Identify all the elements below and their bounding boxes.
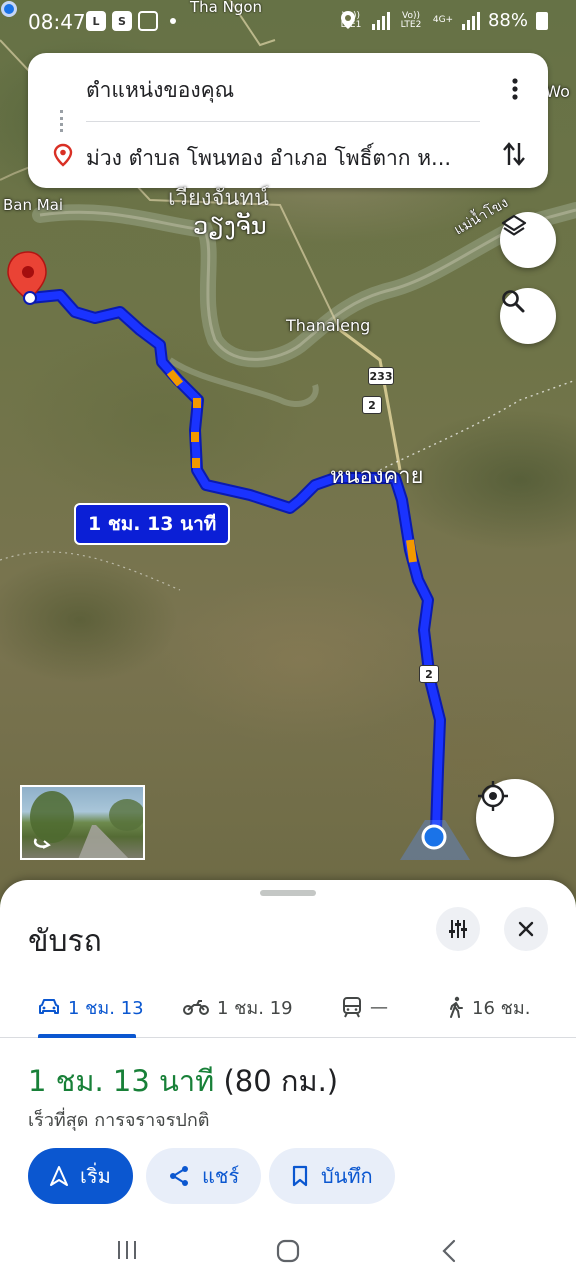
layers-button[interactable] (500, 212, 556, 268)
active-tab-indicator (38, 1034, 136, 1038)
tab-car-label: 1 ชม. 13 (68, 997, 144, 1019)
map-label-vientiane: เวียงจันทน์ (168, 186, 269, 211)
card-divider (86, 121, 480, 122)
status-time: 08:47 (28, 10, 86, 34)
map-label-ban-mai: Ban Mai (3, 196, 64, 214)
tab-car[interactable]: 1 ชม. 13 (38, 976, 144, 1038)
share-label: แชร์ (202, 1164, 240, 1188)
tab-motorcycle-label: 1 ชม. 19 (217, 997, 293, 1019)
battery-percent: 88% (487, 10, 528, 31)
map-view[interactable]: 08:47 L S Vo)) LTE1 Vo)) LTE2 4G+ 88% Th… (0, 0, 576, 900)
car-icon (39, 999, 59, 1014)
start-button[interactable]: เริ่ม (28, 1148, 133, 1204)
route-time-chip[interactable]: 1 ชม. 13 นาที (74, 503, 231, 545)
tab-walk[interactable]: 16 ชม. (448, 976, 530, 1038)
train-icon (343, 997, 361, 1018)
signal-icon (371, 11, 390, 30)
tab-motorcycle[interactable]: 1 ชม. 19 (183, 976, 293, 1038)
share-icon (170, 1166, 188, 1186)
line-icon: L (86, 11, 106, 31)
close-button[interactable] (504, 907, 548, 951)
traffic-segment (406, 539, 417, 563)
route-shield-233: 233 (368, 367, 394, 385)
status-bar: 08:47 L S Vo)) LTE1 Vo)) LTE2 4G+ 88% (0, 0, 576, 44)
save-label: บันทึก (321, 1164, 373, 1188)
route-summary: 1 ชม. 13 นาที (80 กม.) (28, 1058, 338, 1104)
tune-icon (449, 920, 467, 938)
tab-transit-label: — (370, 996, 388, 1018)
destination-marker-icon (53, 143, 73, 167)
close-icon (518, 921, 534, 937)
sheet-title: ขับรถ (28, 924, 102, 959)
walk-icon (450, 996, 463, 1018)
bookmark-icon (292, 1165, 308, 1187)
travel-mode-tabs: 1 ชม. 13 1 ชม. 19 — 16 ชม. (0, 976, 576, 1038)
motorcycle-icon (183, 1000, 209, 1015)
origin-field[interactable]: ตำแหน่งของคุณ (86, 74, 234, 107)
crosshair-icon (478, 781, 508, 811)
tab-walk-label: 16 ชม. (472, 997, 531, 1019)
home-icon[interactable] (275, 1238, 301, 1264)
route-options-button[interactable] (436, 907, 480, 951)
route-duration: 1 ชม. 13 นาที (28, 1064, 215, 1098)
origin-dot-icon (1, 1, 17, 17)
s-icon: S (112, 11, 132, 31)
route-description: เร็วที่สุด การจราจรปกติ (28, 1110, 210, 1131)
tab-transit[interactable]: — (342, 976, 388, 1038)
layers-icon (501, 214, 527, 236)
search-icon (502, 290, 525, 313)
swap-icon[interactable] (500, 139, 528, 169)
location-icon (340, 11, 355, 29)
route-distance: (80 กม.) (223, 1064, 339, 1098)
back-icon[interactable] (438, 1238, 462, 1264)
start-label: เริ่ม (80, 1164, 111, 1188)
route-shield-2-south: 2 (419, 665, 439, 683)
status-right: Vo)) LTE1 Vo)) LTE2 4G+ 88% (338, 10, 548, 31)
battery-icon (536, 11, 548, 30)
street-view-preview (30, 791, 143, 858)
signal-icon-2 (461, 11, 480, 30)
sim2-label: Vo)) LTE2 (400, 10, 422, 30)
map-label-vientiane-lao: ວຽງຈັນ (193, 212, 267, 240)
map-label-tha-ngon: Tha Ngon (190, 0, 263, 16)
more-options-icon[interactable] (504, 76, 526, 102)
save-button[interactable]: บันทึก (269, 1148, 395, 1204)
map-label-thanaleng: Thanaleng (286, 316, 371, 335)
destination-field[interactable]: ม่วง ตำบล โพนทอง อำเภอ โพธิ์ตาก ห... (86, 142, 451, 175)
recenter-button[interactable] (476, 779, 554, 857)
recent-apps-icon[interactable] (114, 1238, 140, 1262)
map-label-nong-khai: หนองคาย (330, 464, 424, 489)
share-button[interactable]: แชร์ (146, 1148, 262, 1204)
street-view-thumbnail[interactable] (20, 785, 145, 860)
current-location-dot (421, 824, 447, 850)
directions-sheet: ขับรถ 1 ชม. 13 1 ชม. 19 — 16 ชม. 1 ชม. 1… (0, 880, 576, 1280)
notification-dot (170, 18, 176, 24)
navigation-arrow-icon (50, 1166, 68, 1186)
network-label: 4G+ (432, 15, 454, 25)
search-along-route-button[interactable] (500, 288, 556, 344)
gallery-icon (138, 11, 158, 31)
route-shield-2: 2 (362, 396, 382, 414)
route-connector (60, 110, 63, 132)
sheet-drag-handle[interactable] (260, 890, 316, 896)
system-nav-bar (0, 1228, 576, 1280)
status-app-icons: L S (86, 11, 176, 31)
